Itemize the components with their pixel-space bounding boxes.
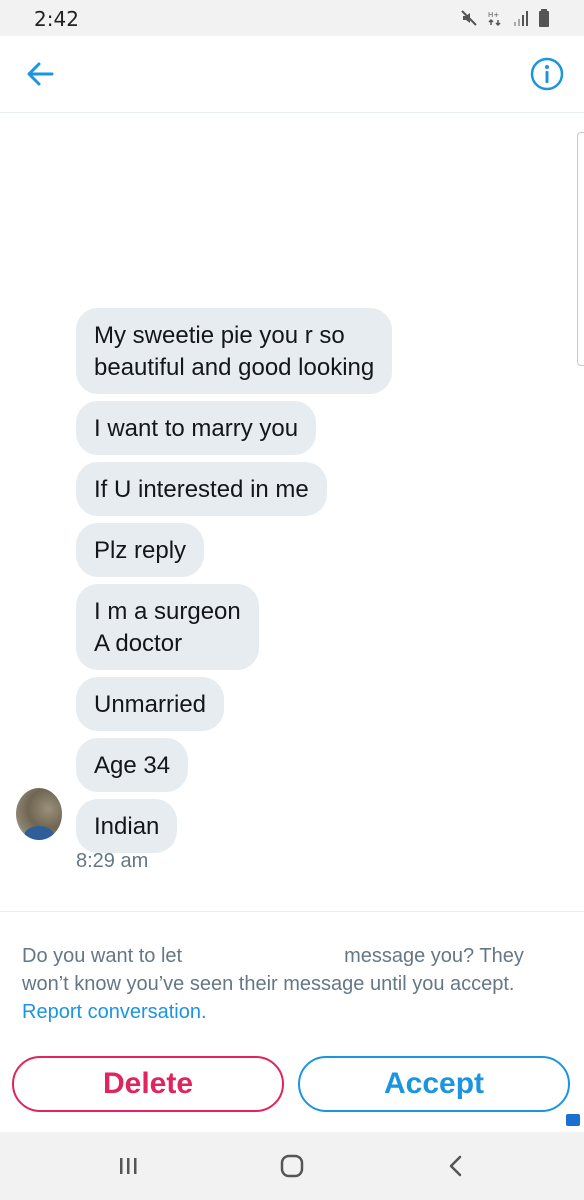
message-bubble[interactable]: Unmarried — [76, 677, 225, 731]
back-button[interactable] — [22, 56, 58, 92]
home-button[interactable] — [272, 1150, 312, 1182]
signal-icon — [512, 9, 530, 32]
message-bubble[interactable]: My sweetie pie you r so beautiful and go… — [76, 308, 393, 394]
message-bubble[interactable]: I m a surgeon A doctor — [76, 584, 259, 670]
mute-icon — [460, 9, 478, 32]
scrollbar[interactable] — [577, 132, 584, 366]
message-bubble[interactable]: I want to marry you — [76, 401, 317, 455]
recents-button[interactable] — [108, 1150, 148, 1182]
conversation-header — [0, 36, 584, 113]
accept-button[interactable]: Accept — [298, 1056, 570, 1112]
status-icons: H+ — [460, 9, 550, 32]
info-icon — [530, 57, 564, 91]
message-timestamp: 8:29 am — [76, 850, 149, 872]
message-bubble[interactable]: Age 34 — [76, 738, 189, 792]
report-conversation-link[interactable]: Report conversation. — [22, 998, 562, 1026]
info-button[interactable] — [530, 57, 564, 91]
message-bubble[interactable]: If U interested in me — [76, 462, 327, 516]
status-bar: 2:42 H+ — [0, 0, 584, 36]
system-nav-bar — [0, 1132, 584, 1200]
svg-text:H+: H+ — [488, 11, 499, 19]
message-request-prompt: Do you want to let message you? They won’… — [22, 942, 562, 1026]
screenshot-badge-icon — [566, 1114, 580, 1126]
divider — [0, 911, 584, 912]
request-prefix: Do you want to let — [22, 945, 183, 967]
recents-icon — [120, 1158, 137, 1174]
message-bubble[interactable]: Indian — [76, 799, 178, 853]
delete-button[interactable]: Delete — [12, 1056, 284, 1112]
status-time: 2:42 — [34, 7, 79, 31]
network-type-icon: H+ — [486, 9, 504, 32]
nav-back-button[interactable] — [436, 1150, 476, 1182]
back-chevron-icon — [449, 1155, 462, 1177]
sender-avatar[interactable] — [16, 788, 62, 840]
message-bubble[interactable]: Plz reply — [76, 523, 205, 577]
battery-icon — [538, 9, 550, 32]
message-list: My sweetie pie you r so beautiful and go… — [76, 308, 536, 860]
arrow-left-icon — [27, 62, 54, 86]
home-icon — [280, 1154, 304, 1178]
